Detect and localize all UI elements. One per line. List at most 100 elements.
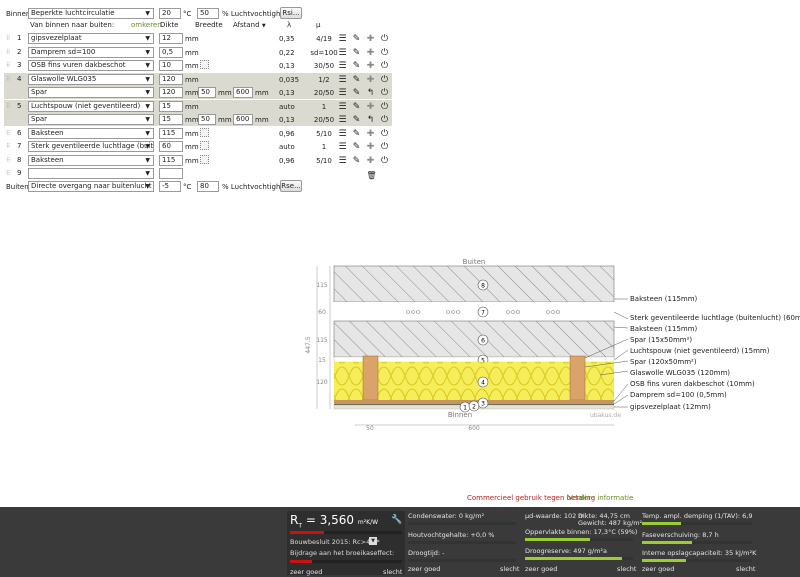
drag-handle-icon[interactable]: ⠿ xyxy=(6,170,10,177)
edit-pencil-icon[interactable]: ✎ xyxy=(351,101,362,112)
add-layer-icon[interactable]: ✚ xyxy=(365,128,376,139)
drag-handle-icon[interactable]: ⠿ xyxy=(6,62,10,69)
add-layer-icon[interactable]: ✚ xyxy=(365,155,376,166)
material-select[interactable]: Damprem sd=100 ▼ xyxy=(28,47,154,58)
width-input[interactable]: 50 xyxy=(198,87,216,98)
thickness-input[interactable]: 15 xyxy=(159,114,183,125)
thickness-input[interactable]: 120 xyxy=(159,74,183,85)
mu-value: 5/10 xyxy=(316,130,332,138)
add-layer-icon[interactable]: ✚ xyxy=(365,101,376,112)
power-icon[interactable]: ⏻ xyxy=(379,74,390,85)
outside-temp-input[interactable]: -5 xyxy=(159,181,181,192)
add-layer-icon[interactable]: ✚ xyxy=(365,33,376,44)
dim-left-3: 15 xyxy=(318,357,326,364)
menu-icon[interactable]: ☰ xyxy=(337,60,348,71)
edit-pencil-icon[interactable]: ✎ xyxy=(351,74,362,85)
split-arrow-icon[interactable]: ↰ xyxy=(365,87,376,98)
split-arrow-icon[interactable]: ↰ xyxy=(365,114,376,125)
width-input[interactable]: 50 xyxy=(198,114,216,125)
menu-icon[interactable]: ☰ xyxy=(337,74,348,85)
wrench-icon[interactable]: 🔧 xyxy=(391,515,402,525)
inside-humidity-input[interactable]: 50 xyxy=(197,8,219,19)
distance-input[interactable]: 600 xyxy=(233,114,253,125)
sd-value-text: μd-waarde: 102 m xyxy=(525,512,585,520)
edit-pencil-icon[interactable]: ✎ xyxy=(351,114,362,125)
drag-handle-icon[interactable]: ⠿ xyxy=(6,103,10,110)
inside-climate-select[interactable]: Beperkte luchtcirculatie ▼ xyxy=(28,8,154,19)
distance-header[interactable]: Afstand ▼ xyxy=(233,21,266,31)
material-select[interactable]: OSB fins vuren dakbeschot ▼ xyxy=(28,60,154,71)
regulation-dropdown-icon[interactable]: ▼ xyxy=(369,537,377,545)
thickness-input[interactable]: 60 xyxy=(159,141,183,152)
outside-humidity-input[interactable]: 80 xyxy=(197,181,219,192)
power-icon[interactable]: ⏻ xyxy=(379,114,390,125)
unit-mm: mm xyxy=(185,89,199,97)
menu-icon[interactable]: ☰ xyxy=(337,141,348,152)
menu-icon[interactable]: ☰ xyxy=(337,33,348,44)
outside-climate-select[interactable]: Directe overgang naar buitenlucht ▼ xyxy=(28,181,154,192)
edit-pencil-icon[interactable]: ✎ xyxy=(351,87,362,98)
edit-pencil-icon[interactable]: ✎ xyxy=(351,47,362,58)
power-icon[interactable]: ⏻ xyxy=(379,47,390,58)
thickness-input[interactable] xyxy=(159,168,183,179)
menu-icon[interactable]: ☰ xyxy=(337,155,348,166)
material-select[interactable]: Spar ▼ xyxy=(28,114,154,125)
material-select[interactable]: Luchtspouw (niet geventileerd) ▼ xyxy=(28,101,154,112)
thickness-input[interactable]: 115 xyxy=(159,155,183,166)
thickness-input[interactable]: 115 xyxy=(159,128,183,139)
power-icon[interactable]: ⏻ xyxy=(379,60,390,71)
drag-handle-icon[interactable]: ⠿ xyxy=(6,130,10,137)
color-swatch[interactable] xyxy=(200,60,209,69)
power-icon[interactable]: ⏻ xyxy=(379,155,390,166)
more-info-link[interactable]: Verdere informatie xyxy=(568,494,633,503)
material-select[interactable]: Baksteen ▼ xyxy=(28,155,154,166)
material-select[interactable]: Spar ▼ xyxy=(28,87,154,98)
edit-pencil-icon[interactable]: ✎ xyxy=(351,33,362,44)
menu-icon[interactable]: ☰ xyxy=(337,128,348,139)
color-swatch[interactable] xyxy=(200,141,209,150)
thickness-input[interactable]: 10 xyxy=(159,60,183,71)
add-layer-icon[interactable]: ✚ xyxy=(365,74,376,85)
material-select[interactable]: Baksteen ▼ xyxy=(28,128,154,139)
color-swatch[interactable] xyxy=(200,155,209,164)
rse-button[interactable]: Rse... xyxy=(280,180,302,192)
drag-handle-icon[interactable]: ⠿ xyxy=(6,143,10,150)
menu-icon[interactable]: ☰ xyxy=(337,114,348,125)
color-swatch[interactable] xyxy=(200,128,209,137)
drag-handle-icon[interactable]: ⠿ xyxy=(6,49,10,56)
menu-icon[interactable]: ☰ xyxy=(337,47,348,58)
drag-handle-icon[interactable]: ⠿ xyxy=(6,157,10,164)
add-layer-icon[interactable]: ✚ xyxy=(365,141,376,152)
distance-input[interactable]: 600 xyxy=(233,87,253,98)
reverse-link[interactable]: omkeren xyxy=(131,21,162,30)
thickness-input[interactable]: 120 xyxy=(159,87,183,98)
power-icon[interactable]: ⏻ xyxy=(379,101,390,112)
rsi-button[interactable]: Rsi... xyxy=(280,7,302,19)
power-icon[interactable]: ⏻ xyxy=(379,128,390,139)
inside-temp-input[interactable]: 20 xyxy=(159,8,181,19)
trash-icon[interactable]: 🗑 xyxy=(366,170,377,181)
drying-reserve-bar-fill xyxy=(525,557,623,560)
mu-value: 30/50 xyxy=(313,62,335,70)
add-layer-icon[interactable]: ✚ xyxy=(365,60,376,71)
edit-pencil-icon[interactable]: ✎ xyxy=(351,128,362,139)
power-icon[interactable]: ⏻ xyxy=(379,87,390,98)
menu-icon[interactable]: ☰ xyxy=(337,101,348,112)
material-value: Baksteen xyxy=(31,129,64,137)
power-icon[interactable]: ⏻ xyxy=(379,141,390,152)
material-select[interactable]: gipsvezelplaat ▼ xyxy=(28,33,154,44)
thickness-input[interactable]: 15 xyxy=(159,101,183,112)
material-select[interactable]: Glaswolle WLG035 ▼ xyxy=(28,74,154,85)
edit-pencil-icon[interactable]: ✎ xyxy=(351,155,362,166)
add-layer-icon[interactable]: ✚ xyxy=(365,47,376,58)
drag-handle-icon[interactable]: ⠿ xyxy=(6,76,10,83)
edit-pencil-icon[interactable]: ✎ xyxy=(351,141,362,152)
material-select[interactable]: ▼ xyxy=(28,168,154,179)
material-select[interactable]: Sterk geventileerde luchtlage (buiten ▼ xyxy=(28,141,154,152)
edit-pencil-icon[interactable]: ✎ xyxy=(351,60,362,71)
menu-icon[interactable]: ☰ xyxy=(337,87,348,98)
power-icon[interactable]: ⏻ xyxy=(379,33,390,44)
thickness-input[interactable]: 0,5 xyxy=(159,47,183,58)
thickness-input[interactable]: 12 xyxy=(159,33,183,44)
drag-handle-icon[interactable]: ⠿ xyxy=(6,35,10,42)
